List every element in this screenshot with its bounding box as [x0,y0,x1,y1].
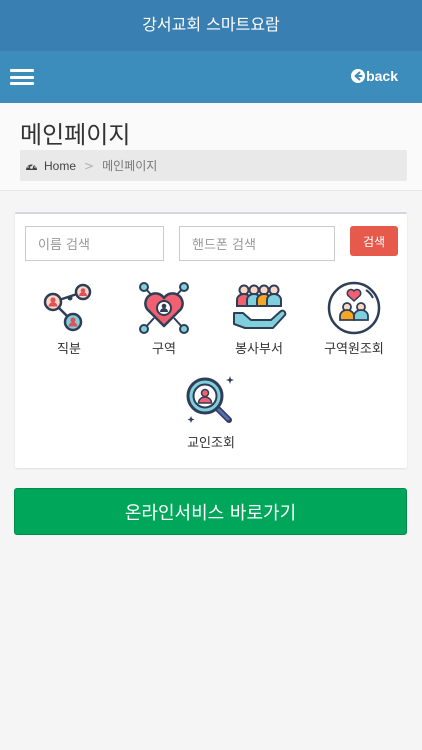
app-title: 강서교회 스마트요람 [142,15,280,34]
menu-item-member-search[interactable]: 교인조회 [166,372,256,451]
menu-toggle-icon[interactable] [10,67,34,87]
name-search-input[interactable]: 이름 검색 [25,226,164,261]
breadcrumb-home[interactable]: Home [25,159,76,173]
member-search-icon [186,376,234,423]
position-network-icon [43,283,92,332]
breadcrumb: Home > 메인페이지 [20,150,407,181]
back-label: back [366,68,398,84]
back-button[interactable]: back [351,68,398,84]
menu-item-volunteer[interactable]: 봉사부서 [214,280,304,357]
menu-item-district-members-label: 구역원조회 [324,342,384,357]
menu-item-district-members[interactable]: 구역원조회 [309,280,399,357]
volunteer-hand-icon [233,284,287,329]
back-arrow-icon [351,69,366,83]
search-button-label: 검색 [362,234,386,249]
breadcrumb-current: 메인페이지 [102,159,158,173]
name-search-placeholder: 이름 검색 [38,238,90,253]
content-header: 메인페이지 Home > 메인페이지 [0,103,422,191]
dashboard-icon [26,163,37,170]
phone-search-placeholder: 핸드폰 검색 [192,238,256,253]
page-title: 메인페이지 [20,121,131,149]
breadcrumb-home-label: Home [44,158,77,173]
phone-search-input[interactable]: 핸드폰 검색 [179,226,335,261]
main-panel: 이름 검색 핸드폰 검색 검색 직분 구역 봉사부서 구역원조회 교인조회 [15,212,407,468]
online-service-label: 온라인서비스 바로가기 [124,502,297,524]
search-button[interactable]: 검색 [350,226,398,256]
menu-item-volunteer-label: 봉사부서 [235,342,283,357]
menu-item-position[interactable]: 직분 [24,280,114,357]
menu-item-position-label: 직분 [57,342,81,357]
menu-item-district-label: 구역 [152,342,176,357]
app-title-bar: 강서교회 스마트요람 [0,0,422,51]
online-service-button[interactable]: 온라인서비스 바로가기 [14,488,407,535]
menu-item-district[interactable]: 구역 [119,280,209,357]
district-heart-icon [139,282,189,334]
breadcrumb-separator: > [84,158,95,173]
menu-item-member-search-label: 교인조회 [187,436,235,451]
district-members-icon [327,281,381,335]
top-navbar: back [0,51,422,103]
